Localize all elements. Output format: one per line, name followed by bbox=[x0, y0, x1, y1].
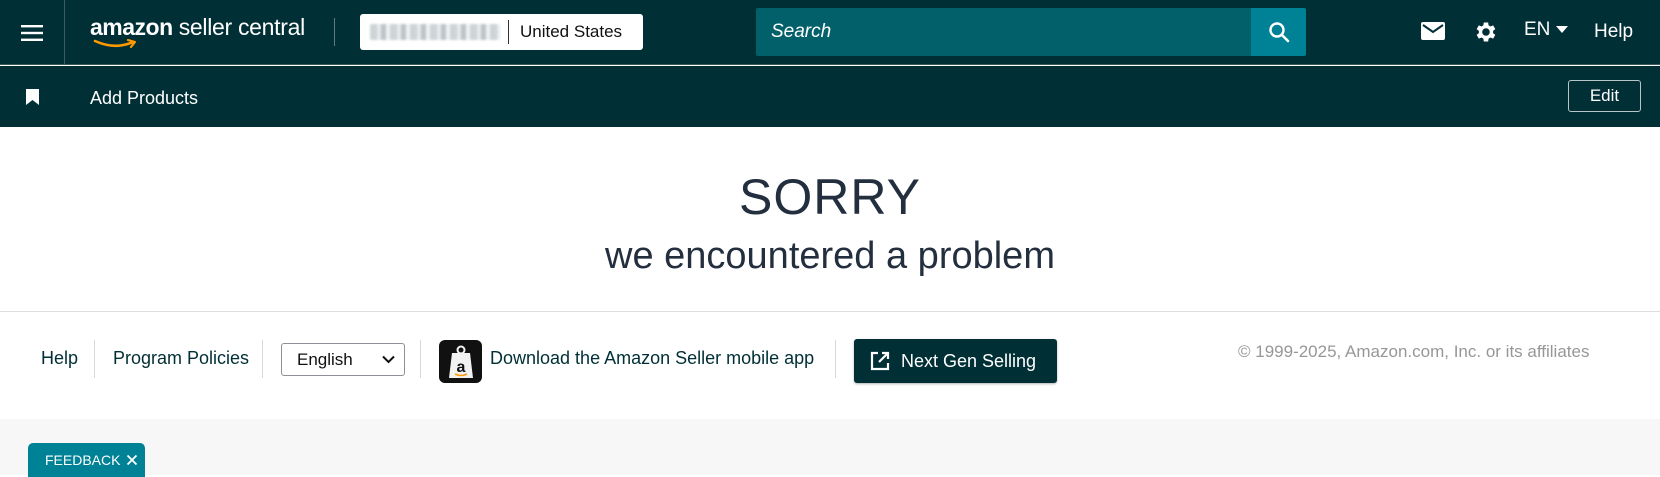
caret-down-icon bbox=[1556, 26, 1569, 33]
footer-help-link[interactable]: Help bbox=[41, 348, 78, 369]
logo-product: seller central bbox=[172, 14, 306, 40]
close-icon[interactable] bbox=[126, 454, 138, 466]
help-link[interactable]: Help bbox=[1594, 21, 1633, 43]
footer-separator bbox=[420, 340, 421, 378]
menu-icon[interactable] bbox=[0, 0, 65, 65]
program-policies-link[interactable]: Program Policies bbox=[113, 348, 249, 369]
copyright-text: © 1999-2025, Amazon.com, Inc. or its aff… bbox=[1238, 342, 1590, 361]
smile-arrow-icon bbox=[93, 39, 137, 49]
bookmark-icon[interactable] bbox=[26, 89, 39, 110]
search-input[interactable]: Search bbox=[756, 8, 1251, 56]
amazon-seller-central-logo[interactable]: amazon seller central bbox=[90, 14, 305, 54]
logo-brand: amazon bbox=[90, 14, 173, 40]
seller-app-icon[interactable]: a bbox=[439, 340, 482, 383]
search-bar: Search bbox=[756, 8, 1306, 56]
search-button[interactable] bbox=[1251, 8, 1306, 56]
chevron-down-icon bbox=[382, 355, 395, 364]
top-header: amazon seller central United States Sear… bbox=[0, 0, 1660, 65]
external-link-icon bbox=[870, 351, 890, 371]
language-dropdown-value: English bbox=[297, 349, 353, 369]
error-title: SORRY bbox=[739, 169, 921, 225]
language-selector[interactable]: EN bbox=[1524, 19, 1569, 41]
gear-icon[interactable] bbox=[1472, 19, 1498, 50]
search-icon bbox=[1268, 22, 1289, 43]
language-code: EN bbox=[1524, 19, 1551, 40]
content-divider bbox=[0, 311, 1660, 312]
account-switcher[interactable]: United States bbox=[360, 14, 643, 50]
marketplace-country: United States bbox=[520, 22, 623, 41]
next-gen-selling-label: Next Gen Selling bbox=[901, 350, 1037, 371]
svg-text:a: a bbox=[456, 359, 465, 376]
footer-separator bbox=[94, 340, 95, 378]
error-subtitle: we encountered a problem bbox=[605, 235, 1055, 277]
footer-separator bbox=[262, 340, 263, 378]
feedback-tab[interactable]: FEEDBACK bbox=[28, 443, 145, 477]
feedback-label: FEEDBACK bbox=[45, 452, 121, 468]
next-gen-selling-button[interactable]: Next Gen Selling bbox=[854, 339, 1057, 383]
bookmark-add-products[interactable]: Add Products bbox=[90, 88, 198, 109]
mail-icon[interactable] bbox=[1420, 20, 1446, 47]
header-divider bbox=[334, 18, 335, 46]
redacted-account-name bbox=[370, 24, 500, 40]
bookmark-bar: Add Products Edit bbox=[0, 66, 1660, 127]
language-dropdown[interactable]: English bbox=[281, 343, 405, 376]
download-app-link[interactable]: Download the Amazon Seller mobile app bbox=[490, 348, 814, 369]
edit-bookmarks-button[interactable]: Edit bbox=[1568, 80, 1641, 112]
account-separator bbox=[508, 20, 509, 44]
page-bottom-area bbox=[0, 419, 1660, 475]
footer-separator bbox=[835, 340, 836, 378]
